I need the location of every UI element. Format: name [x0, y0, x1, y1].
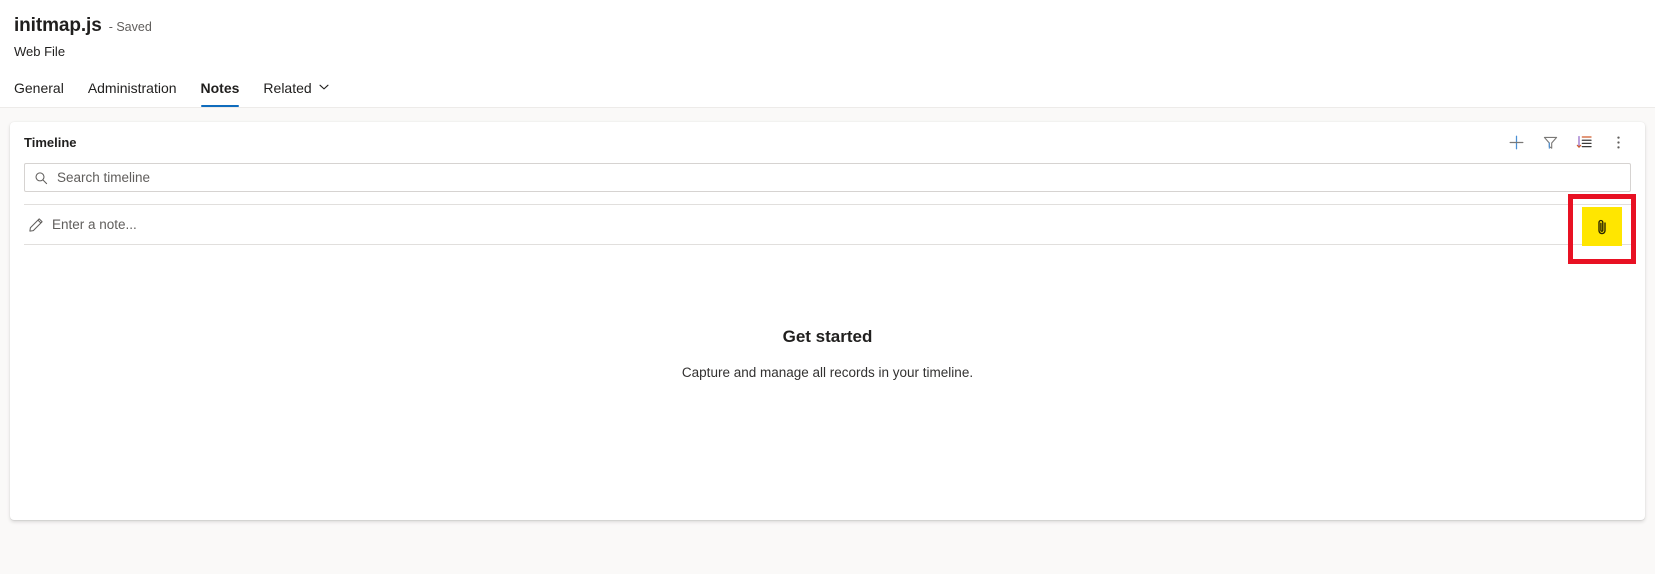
sort-descending-icon — [1576, 134, 1593, 151]
search-icon — [34, 171, 48, 185]
tab-notes-label: Notes — [200, 80, 240, 96]
save-status: - Saved — [108, 20, 152, 34]
tab-notes[interactable]: Notes — [189, 78, 252, 107]
timeline-search-row — [10, 163, 1645, 192]
pencil-icon — [24, 217, 52, 233]
tab-general[interactable]: General — [14, 78, 76, 107]
plus-icon — [1508, 134, 1525, 151]
more-vertical-icon — [1610, 134, 1627, 151]
sort-timeline-button[interactable] — [1569, 128, 1599, 158]
tab-related[interactable]: Related — [251, 78, 340, 107]
add-attachment-button[interactable] — [1582, 207, 1622, 246]
paperclip-icon — [1592, 217, 1612, 237]
tab-strip: General Administration Notes Related — [14, 74, 1655, 107]
tab-administration[interactable]: Administration — [76, 78, 189, 107]
note-input[interactable] — [52, 215, 1631, 234]
card-area: Timeline Search timeline Enter a note...… — [0, 108, 1655, 520]
empty-state-subtitle: Capture and manage all records in your t… — [681, 364, 974, 380]
chevron-down-icon — [319, 82, 329, 92]
timeline-header: Timeline — [10, 122, 1645, 163]
timeline-title: Timeline — [24, 134, 77, 150]
more-timeline-commands-button[interactable] — [1603, 128, 1633, 158]
note-entry-row[interactable] — [24, 204, 1631, 245]
tab-general-label: General — [14, 80, 64, 96]
tab-administration-label: Administration — [87, 80, 177, 96]
header-divider — [0, 107, 1655, 108]
timeline-empty-state: Get started Capture and manage all recor… — [10, 245, 1645, 520]
record-header: initmap.js - Saved Web File General Admi… — [0, 0, 1655, 108]
tab-related-label: Related — [263, 80, 312, 96]
search-timeline-box[interactable] — [24, 163, 1631, 192]
search-input[interactable] — [57, 168, 1621, 187]
entity-type-label: Web File — [14, 44, 66, 59]
page-title: initmap.js — [14, 15, 102, 36]
filter-icon — [1542, 134, 1559, 151]
filter-timeline-button[interactable] — [1535, 128, 1565, 158]
empty-state-title: Get started — [782, 326, 873, 346]
timeline-toolbar — [1501, 128, 1633, 158]
timeline-panel: Timeline Search timeline Enter a note...… — [10, 122, 1645, 520]
title-row: initmap.js - Saved — [14, 14, 1655, 38]
create-timeline-record-button[interactable] — [1501, 128, 1531, 158]
